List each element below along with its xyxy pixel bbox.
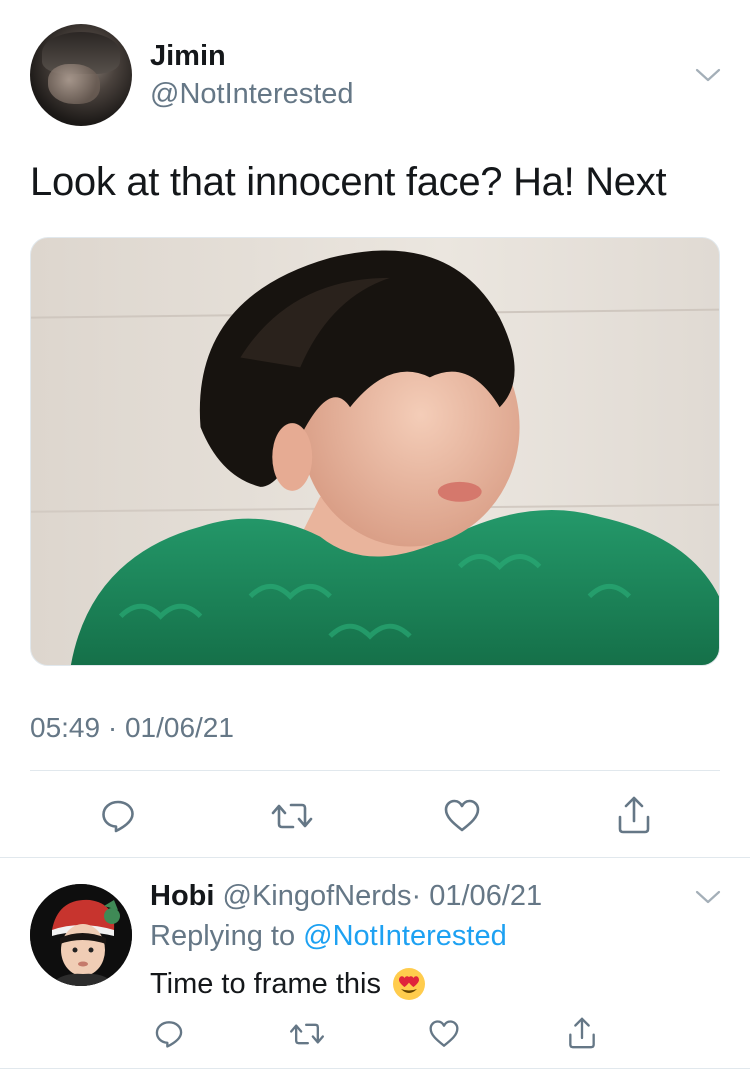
tweet-text: Look at that innocent face? Ha! Next xyxy=(30,160,667,204)
share-icon[interactable] xyxy=(614,794,654,836)
author-handle[interactable]: @NotInterested xyxy=(150,78,354,111)
share-icon[interactable] xyxy=(565,1014,599,1052)
tweet-separator xyxy=(0,857,750,858)
heart-eyes-emoji xyxy=(392,968,425,1000)
reply-header: Hobi @KingofNerds· 01/06/21 xyxy=(150,880,542,913)
reply-author-name[interactable]: Hobi xyxy=(150,880,214,912)
retweet-icon[interactable] xyxy=(288,1016,326,1052)
reply-author-handle[interactable]: @KingofNerds xyxy=(223,880,412,912)
replying-mention[interactable]: @NotInterested xyxy=(303,920,507,952)
bottom-separator xyxy=(0,1068,750,1069)
reply-icon[interactable] xyxy=(152,1016,186,1052)
reply-text: Time to frame this xyxy=(150,967,381,1000)
divider xyxy=(30,770,720,771)
reply-icon[interactable] xyxy=(98,796,138,836)
chevron-down-icon[interactable] xyxy=(694,888,722,906)
avatar-hand xyxy=(48,64,100,104)
reply-avatar-image xyxy=(30,884,132,986)
like-icon[interactable] xyxy=(442,796,482,836)
author-name[interactable]: Jimin xyxy=(150,40,226,73)
chevron-down-icon[interactable] xyxy=(694,66,722,84)
reply-author-avatar[interactable] xyxy=(30,884,132,986)
reply-text-line: Time to frame this xyxy=(150,966,427,1002)
reply-date: · 01/06/21 xyxy=(411,880,543,912)
photo-image xyxy=(31,238,719,665)
replying-prefix: Replying to xyxy=(150,920,296,952)
tweet-timestamp: 05:49 · 01/06/21 xyxy=(30,712,234,743)
replying-to: Replying to @NotInterested xyxy=(150,920,507,953)
tweet-media[interactable] xyxy=(30,237,720,666)
like-icon[interactable] xyxy=(426,1016,462,1052)
author-avatar[interactable] xyxy=(30,24,132,126)
retweet-icon[interactable] xyxy=(270,796,314,836)
